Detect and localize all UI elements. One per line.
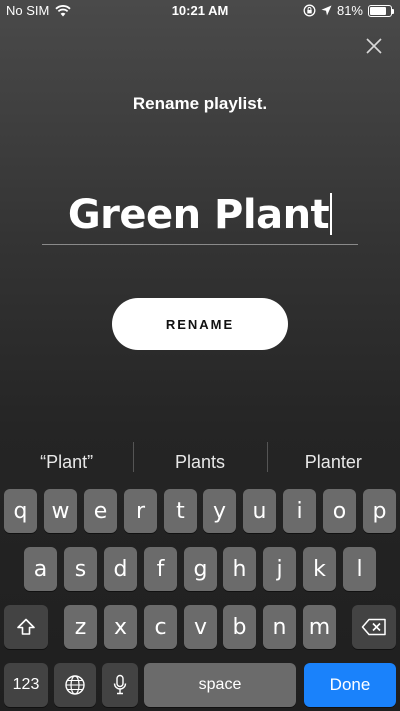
backspace-key[interactable] (352, 605, 396, 649)
orientation-lock-icon (303, 4, 316, 17)
key-p[interactable]: p (363, 489, 396, 533)
key-h[interactable]: h (223, 547, 256, 591)
globe-icon (65, 675, 85, 695)
key-v[interactable]: v (184, 605, 217, 649)
battery-percent: 81% (336, 3, 363, 18)
key-z[interactable]: z (64, 605, 97, 649)
key-b[interactable]: b (223, 605, 256, 649)
suggestion-2[interactable]: Plants (133, 441, 266, 473)
key-a[interactable]: a (24, 547, 57, 591)
key-d[interactable]: d (104, 547, 137, 591)
status-right: 81% (303, 3, 394, 18)
key-q[interactable]: q (4, 489, 37, 533)
text-caret (330, 193, 333, 235)
close-button[interactable] (364, 36, 384, 56)
key-o[interactable]: o (323, 489, 356, 533)
key-u[interactable]: u (243, 489, 276, 533)
suggestion-3[interactable]: Planter (266, 441, 400, 473)
key-x[interactable]: x (104, 605, 137, 649)
rename-button[interactable]: RENAME (112, 298, 288, 350)
globe-key[interactable] (54, 663, 96, 707)
microphone-key[interactable] (102, 663, 138, 707)
suggestion-1[interactable]: “Plant” (0, 452, 133, 473)
battery-tip (392, 8, 394, 14)
key-w[interactable]: w (44, 489, 77, 533)
key-y[interactable]: y (203, 489, 236, 533)
close-icon (366, 38, 382, 54)
done-key[interactable]: Done (304, 663, 396, 707)
key-f[interactable]: f (144, 547, 177, 591)
key-m[interactable]: m (303, 605, 336, 649)
playlist-name-input[interactable]: Green Plant (42, 185, 358, 245)
status-bar: No SIM 10:21 AM 81% (0, 0, 400, 22)
key-j[interactable]: j (263, 547, 296, 591)
key-n[interactable]: n (263, 605, 296, 649)
key-e[interactable]: e (84, 489, 117, 533)
shift-icon (17, 618, 35, 635)
key-g[interactable]: g (184, 547, 217, 591)
key-r[interactable]: r (124, 489, 157, 533)
key-l[interactable]: l (343, 547, 376, 591)
key-s[interactable]: s (64, 547, 97, 591)
backspace-icon (361, 618, 386, 636)
microphone-icon (113, 674, 127, 695)
location-arrow-icon (321, 5, 332, 16)
key-i[interactable]: i (283, 489, 316, 533)
space-key[interactable]: space (144, 663, 296, 707)
shift-key[interactable] (4, 605, 48, 649)
keyboard: “Plant” Plants Planter q w e r t y u i o… (0, 438, 400, 711)
suggestion-bar: “Plant” Plants Planter (0, 438, 400, 486)
key-t[interactable]: t (164, 489, 197, 533)
key-k[interactable]: k (303, 547, 336, 591)
key-c[interactable]: c (144, 605, 177, 649)
battery-level (370, 6, 387, 15)
battery-icon (368, 4, 394, 17)
numbers-key[interactable]: 123 (4, 663, 48, 707)
dialog-title: Rename playlist. (132, 94, 268, 113)
playlist-name-value: Green Plant (67, 192, 330, 238)
